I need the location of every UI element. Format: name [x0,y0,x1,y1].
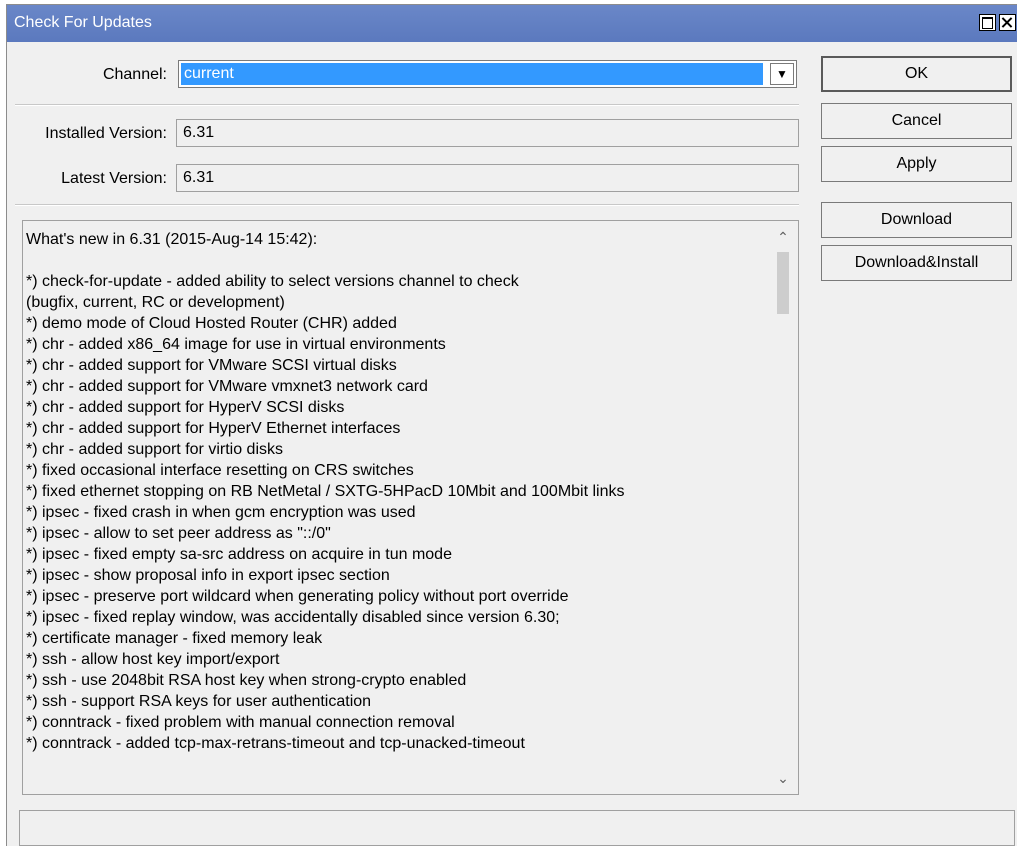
release-note-line: *) chr - added support for HyperV SCSI d… [26,399,345,416]
separator [15,104,799,106]
release-note-line: *) fixed ethernet stopping on RB NetMeta… [26,483,625,500]
release-notes-textarea[interactable]: What's new in 6.31 (2015-Aug-14 15:42): *… [22,220,799,795]
installed-version-value: 6.31 [183,124,215,141]
dropdown-arrow-icon[interactable]: ▼ [770,63,794,85]
release-note-line: What's new in 6.31 (2015-Aug-14 15:42): [26,231,318,248]
release-note-line: *) ssh - use 2048bit RSA host key when s… [26,672,467,689]
download-install-button[interactable]: Download&Install [821,245,1012,281]
apply-button[interactable]: Apply [821,146,1012,182]
title-bar[interactable]: Check For Updates [7,5,1017,42]
release-note-line [26,250,766,271]
latest-version-field: 6.31 [176,164,799,192]
release-note-line: *) conntrack - fixed problem with manual… [26,714,455,731]
maximize-icon[interactable] [979,14,996,31]
check-for-updates-window: Check For Updates Channel: current ▼ Ins… [6,4,1017,846]
latest-version-value: 6.31 [183,169,215,186]
release-note-line: *) demo mode of Cloud Hosted Router (CHR… [26,315,397,332]
release-note-line: *) chr - added support for virtio disks [26,441,283,458]
channel-select[interactable]: current ▼ [178,60,797,88]
release-note-line: *) ipsec - fixed crash in when gcm encry… [26,504,416,521]
installed-version-field: 6.31 [176,119,799,147]
release-note-line: *) ipsec - show proposal info in export … [26,567,390,584]
status-bar [19,810,1015,846]
release-note-line: *) chr - added support for VMware vmxnet… [26,378,428,395]
release-note-line: *) ipsec - fixed replay window, was acci… [26,609,560,626]
release-note-line: *) chr - added support for VMware SCSI v… [26,357,397,374]
release-note-line: *) ipsec - fixed empty sa-src address on… [26,546,452,563]
latest-version-label: Latest Version: [61,170,167,187]
close-icon[interactable] [999,14,1016,31]
release-note-line: *) ipsec - allow to set peer address as … [26,525,331,542]
release-note-line: *) check-for-update - added ability to s… [26,273,519,290]
release-note-line: *) certificate manager - fixed memory le… [26,630,323,647]
cancel-button[interactable]: Cancel [821,103,1012,139]
release-note-line: *) conntrack - added tcp-max-retrans-tim… [26,735,525,752]
release-note-line: *) chr - added support for HyperV Ethern… [26,420,401,437]
release-note-line: *) ssh - support RSA keys for user authe… [26,693,372,710]
scroll-up-icon[interactable]: ⌃ [769,222,797,252]
release-note-line: *) fixed occasional interface resetting … [26,462,414,479]
channel-label: Channel: [102,66,167,83]
channel-select-value: current [181,63,763,85]
scrollbar-thumb[interactable] [777,252,789,314]
window-title: Check For Updates [14,14,152,31]
download-button[interactable]: Download [821,202,1012,238]
installed-version-label: Installed Version: [45,125,167,142]
release-notes-text: What's new in 6.31 (2015-Aug-14 15:42): *… [26,229,766,754]
release-note-line: (bugfix, current, RC or development) [26,294,285,311]
vertical-scrollbar[interactable]: ⌃ ⌄ [769,222,797,793]
separator [15,204,799,206]
scroll-down-icon[interactable]: ⌄ [769,763,797,793]
release-note-line: *) chr - added x86_64 image for use in v… [26,336,446,353]
release-note-line: *) ipsec - preserve port wildcard when g… [26,588,569,605]
release-note-line: *) ssh - allow host key import/export [26,651,280,668]
ok-button[interactable]: OK [821,56,1012,92]
